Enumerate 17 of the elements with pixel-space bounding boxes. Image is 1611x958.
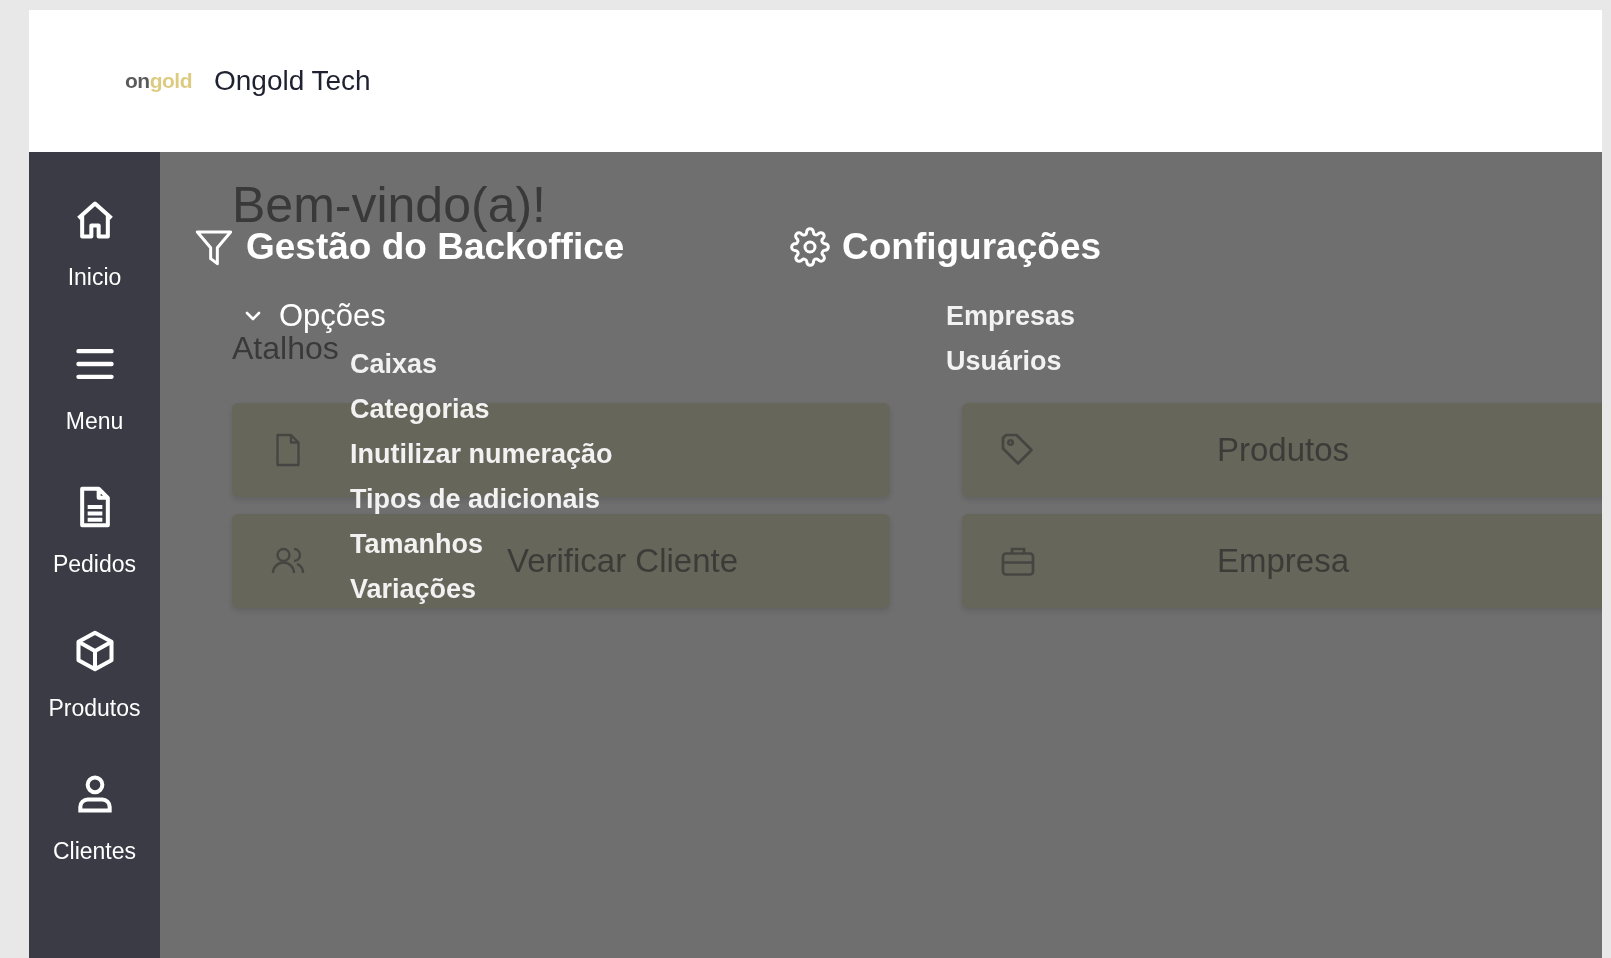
sidebar-item[interactable]: Menu <box>29 341 160 485</box>
menu-section-title: Configurações <box>842 226 1102 268</box>
sidebar-item[interactable]: Pedidos <box>29 485 160 629</box>
settings-link[interactable]: Usuários <box>946 339 1062 384</box>
submenu-link[interactable]: Categorias <box>350 387 490 432</box>
submenu-link[interactable]: Caixas <box>350 342 438 387</box>
company-name: Ongold Tech <box>214 65 371 97</box>
submenu-link[interactable]: Tamanhos <box>350 522 484 567</box>
submenu-link[interactable]: Tipos de adicionais <box>350 477 601 522</box>
menu-group-toggle[interactable]: Opções <box>241 298 386 334</box>
settings-icon <box>790 227 830 267</box>
sidebar-item[interactable]: Produtos <box>29 628 160 772</box>
sidebar-item[interactable]: Clientes <box>29 772 160 916</box>
submenu-link[interactable]: Variações <box>350 567 477 612</box>
settings-link[interactable]: Empresas <box>946 294 1076 339</box>
sidebar-item[interactable]: Inicio <box>29 198 160 342</box>
submenu-link[interactable]: Inutilizar numeração <box>350 432 613 477</box>
